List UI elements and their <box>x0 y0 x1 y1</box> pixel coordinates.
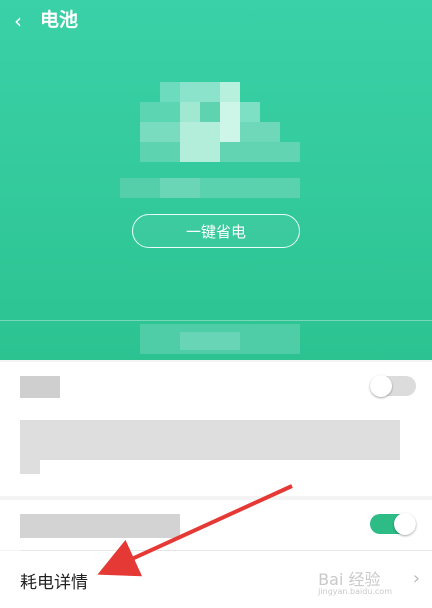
red-arrow-annotation <box>97 484 293 577</box>
